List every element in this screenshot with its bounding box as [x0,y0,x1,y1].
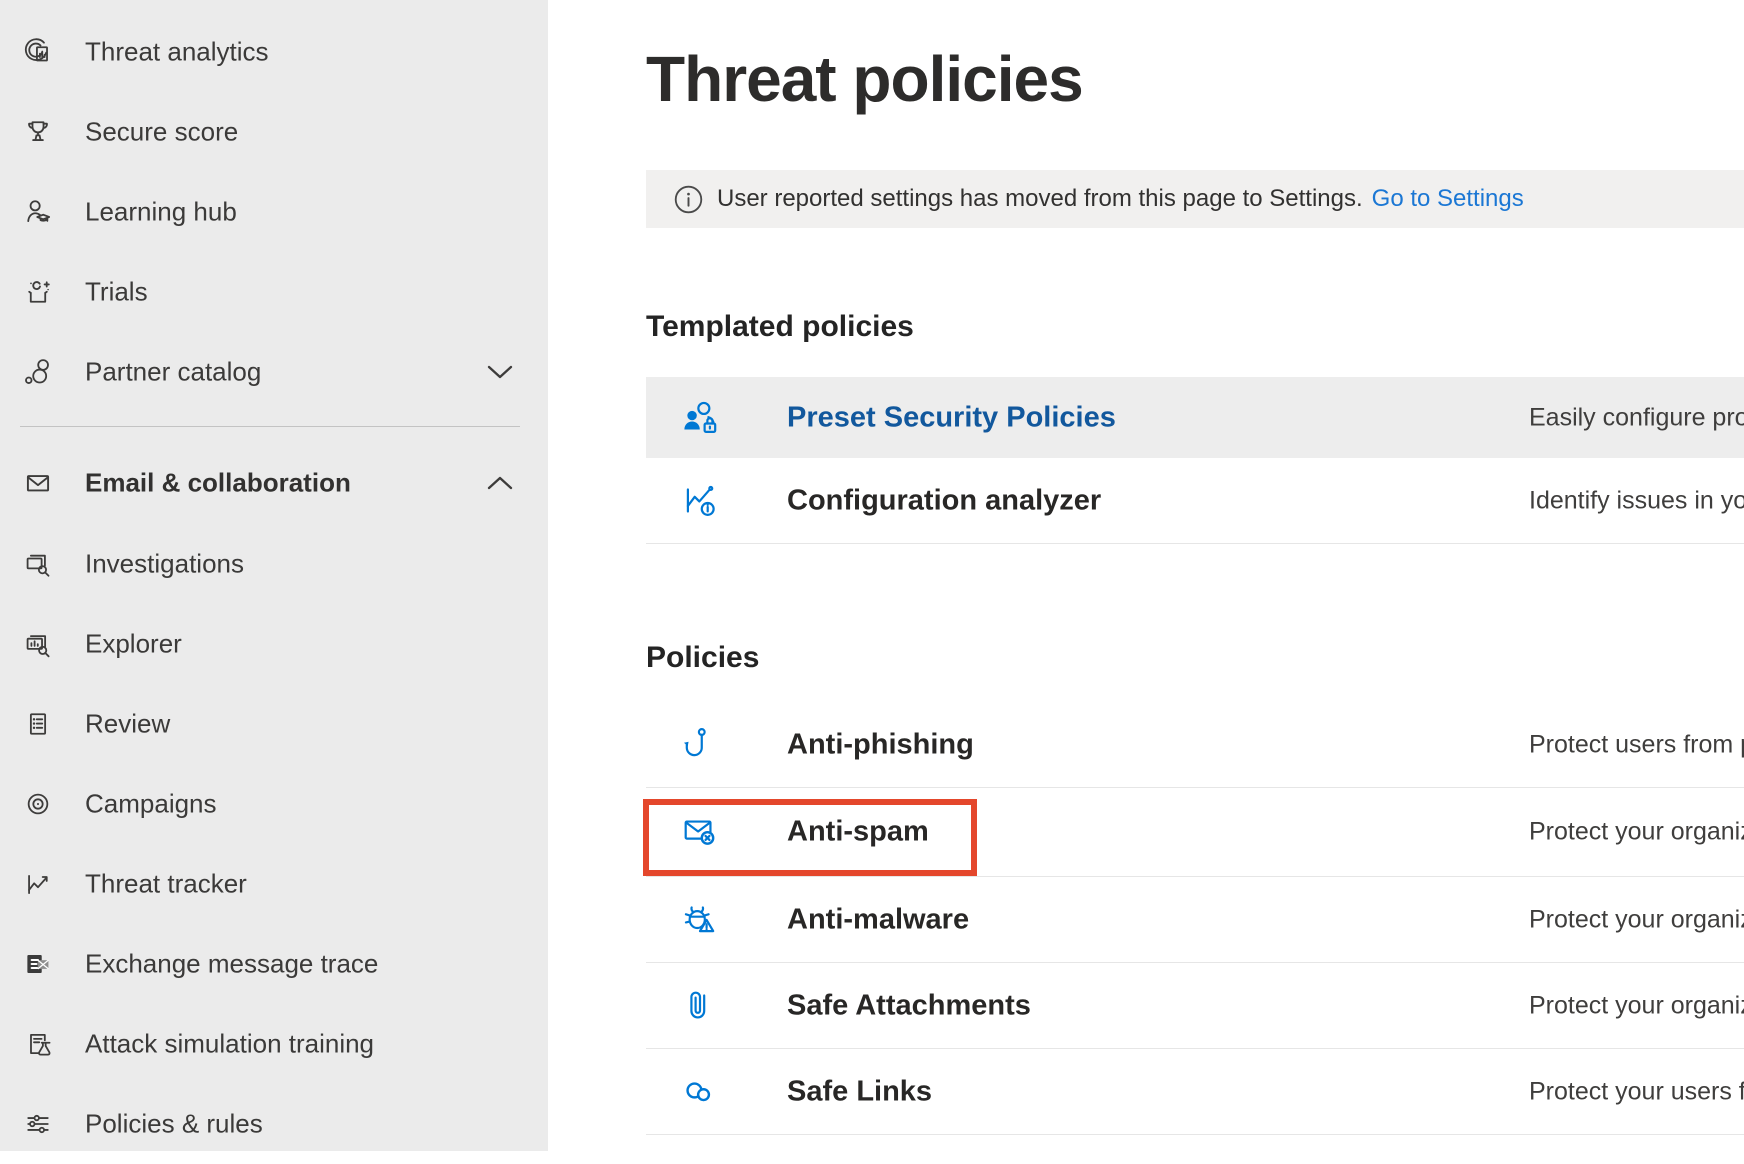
sidebar-item-partner-catalog[interactable]: Partner catalog [0,332,548,412]
sidebar-item-label: Campaigns [85,789,217,820]
fish-hook-icon [678,723,722,767]
row-label: Safe Links [787,1075,932,1108]
sidebar-item-label: Learning hub [85,197,237,228]
sidebar-item-attack-simulation-training[interactable]: Attack simulation training [0,1004,548,1084]
exchange-logo-icon [21,947,55,981]
row-anti-malware[interactable]: Anti-malware Protect your organiz [646,877,1744,963]
sidebar-item-label: Exchange message trace [85,949,378,980]
envelope-icon [21,466,55,500]
policies-heading: Policies [646,641,759,675]
sidebar-item-learning-hub[interactable]: Learning hub [0,172,548,252]
row-description: Protect your organiz [1529,991,1744,1020]
sidebar-item-label: Policies & rules [85,1109,263,1140]
chart-search-icon [21,627,55,661]
trend-chart-icon [21,867,55,901]
sidebar-item-review[interactable]: Review [0,684,548,764]
sidebar-item-threat-analytics[interactable]: Threat analytics [0,12,548,92]
row-configuration-analyzer[interactable]: Configuration analyzer Identify issues i… [646,458,1744,544]
sidebar-item-label: Threat analytics [85,37,269,68]
sidebar-item-campaigns[interactable]: Campaigns [0,764,548,844]
row-label: Configuration analyzer [787,484,1101,517]
envelope-block-icon [678,810,722,854]
paperclip-icon [678,984,722,1028]
sidebar-item-label: Email & collaboration [85,468,351,499]
row-description: Protect your users fr [1529,1077,1744,1106]
sliders-icon [21,1107,55,1141]
row-label: Anti-spam [787,816,929,849]
row-anti-spam[interactable]: Anti-spam Protect your organiz [646,788,1744,877]
row-label: Anti-phishing [787,729,974,762]
bug-warning-icon [678,898,722,942]
row-preset-security-policies[interactable]: Preset Security Policies Easily configur… [646,377,1744,458]
templated-policies-heading: Templated policies [646,310,914,344]
sidebar-item-label: Explorer [85,629,182,660]
document-flask-icon [21,1027,55,1061]
sidebar-item-trials[interactable]: Trials [0,252,548,332]
trophy-icon [21,115,55,149]
banner-message: User reported settings has moved from th… [717,185,1363,213]
sidebar-item-email-collaboration[interactable]: Email & collaboration [0,443,548,523]
sidebar-item-label: Investigations [85,549,244,580]
row-safe-links[interactable]: Safe Links Protect your users fr [646,1049,1744,1135]
sidebar-item-policies-rules[interactable]: Policies & rules [0,1084,548,1164]
chevron-up-icon[interactable] [484,472,516,494]
target-icon [21,787,55,821]
sidebar-item-label: Review [85,709,170,740]
sidebar-item-threat-tracker[interactable]: Threat tracker [0,844,548,924]
row-label: Preset Security Policies [787,401,1116,434]
documents-search-icon [21,547,55,581]
sidebar-item-label: Secure score [85,117,238,148]
sidebar-item-label: Partner catalog [85,357,261,388]
row-label: Safe Attachments [787,989,1031,1022]
list-document-icon [21,707,55,741]
chevron-down-icon[interactable] [484,361,516,383]
row-anti-phishing[interactable]: Anti-phishing Protect users from p [646,703,1744,788]
chart-info-icon [678,479,722,523]
sidebar-separator [20,426,520,427]
sidebar-item-label: Threat tracker [85,869,247,900]
sidebar-item-investigations[interactable]: Investigations [0,524,548,604]
row-description: Protect your organiz [1529,905,1744,934]
page-title: Threat policies [646,42,1083,116]
row-safe-attachments[interactable]: Safe Attachments Protect your organiz [646,963,1744,1049]
info-icon [673,184,704,215]
main-content: Threat policies User reported settings h… [548,0,1744,1151]
row-label: Anti-malware [787,903,969,936]
sidebar-item-explorer[interactable]: Explorer [0,604,548,684]
chain-link-icon [678,1070,722,1114]
network-nodes-icon [21,355,55,389]
threat-analytics-icon [21,35,55,69]
people-lock-icon [678,396,722,440]
info-banner: User reported settings has moved from th… [646,170,1744,228]
sidebar: Threat analytics Secure score L [0,0,548,1151]
sidebar-item-label: Attack simulation training [85,1029,374,1060]
row-description: Protect your organiz [1529,818,1744,847]
row-description: Identify issues in you [1529,486,1744,515]
row-description: Easily configure prot [1529,403,1744,432]
sidebar-item-secure-score[interactable]: Secure score [0,92,548,172]
sidebar-item-exchange-message-trace[interactable]: Exchange message trace [0,924,548,1004]
sidebar-item-label: Trials [85,277,148,308]
row-description: Protect users from p [1529,731,1744,760]
graduate-person-icon [21,195,55,229]
go-to-settings-link[interactable]: Go to Settings [1372,185,1524,213]
gift-box-icon [21,275,55,309]
